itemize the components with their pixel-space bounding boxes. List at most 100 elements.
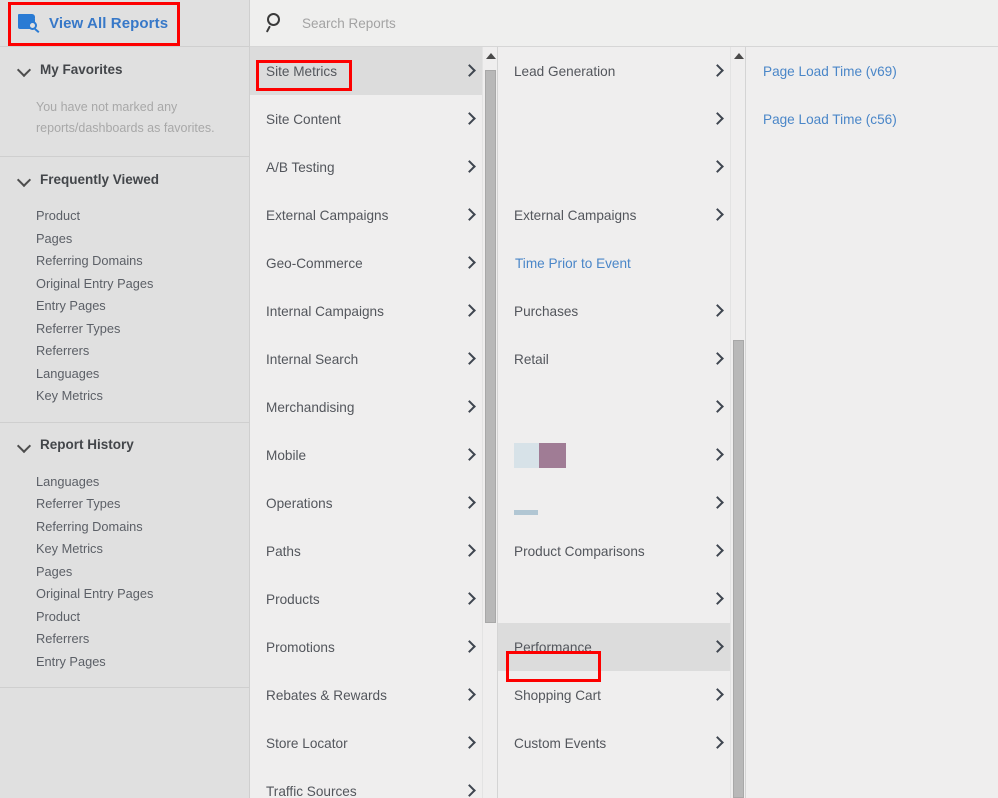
- category-paths[interactable]: Paths: [250, 527, 497, 575]
- category-traffic-sources[interactable]: Traffic Sources: [250, 767, 497, 798]
- chevron-right-icon: [465, 642, 475, 652]
- category-label: Store Locator: [266, 735, 348, 751]
- chevron-right-icon: [713, 546, 723, 556]
- subcategory-item-1[interactable]: [498, 95, 745, 143]
- scrollbar-column-2[interactable]: [482, 47, 497, 798]
- category-label: Promotions: [266, 639, 335, 655]
- category-label: Products: [266, 591, 320, 607]
- chevron-right-icon: [465, 114, 475, 124]
- chevron-right-icon: [465, 402, 475, 412]
- search-bar: [250, 0, 998, 47]
- report-history-item[interactable]: Referrers: [0, 628, 249, 651]
- category-label: Operations: [266, 495, 333, 511]
- report-label: Page Load Time (v69): [763, 63, 897, 79]
- category-products[interactable]: Products: [250, 575, 497, 623]
- chevron-right-icon: [713, 738, 723, 748]
- chevron-right-icon: [713, 306, 723, 316]
- category-operations[interactable]: Operations: [250, 479, 497, 527]
- category-site-content[interactable]: Site Content: [250, 95, 497, 143]
- category-promotions[interactable]: Promotions: [250, 623, 497, 671]
- subcategory-label: External Campaigns: [514, 207, 637, 223]
- frequently-viewed-item[interactable]: Product: [0, 205, 249, 228]
- category-store-locator[interactable]: Store Locator: [250, 719, 497, 767]
- category-a-b-testing[interactable]: A/B Testing: [250, 143, 497, 191]
- section-header-my-favorites[interactable]: My Favorites: [0, 47, 249, 91]
- report-history-item[interactable]: Product: [0, 606, 249, 629]
- subcategory-external-campaigns[interactable]: External Campaigns: [498, 191, 745, 239]
- subcategory-shopping-cart[interactable]: Shopping Cart: [498, 671, 745, 719]
- section-header-frequently-viewed[interactable]: Frequently Viewed: [0, 157, 249, 201]
- subcategory-performance[interactable]: Performance: [498, 623, 745, 671]
- category-mobile[interactable]: Mobile: [250, 431, 497, 479]
- chevron-right-icon: [465, 450, 475, 460]
- category-rebates-rewards[interactable]: Rebates & Rewards: [250, 671, 497, 719]
- subcategory-item-11[interactable]: [498, 575, 745, 623]
- chevron-right-icon: [465, 498, 475, 508]
- menu-column-subcategories-list: Lead Generation External Campaigns Time Pr…: [498, 47, 745, 798]
- chevron-right-icon: [713, 402, 723, 412]
- scroll-up-arrow-icon[interactable]: [734, 53, 744, 59]
- category-label: Traffic Sources: [266, 783, 357, 798]
- chevron-right-icon: [465, 258, 475, 268]
- category-label: Internal Search: [266, 351, 359, 367]
- subcategory-item-9[interactable]: [498, 479, 745, 527]
- scroll-up-arrow-icon[interactable]: [486, 53, 496, 59]
- category-label: Mobile: [266, 447, 307, 463]
- chevron-right-icon: [465, 738, 475, 748]
- subcategory-item-8[interactable]: [498, 431, 745, 479]
- unrendered-label-bar: [514, 509, 538, 515]
- scrollbar-thumb[interactable]: [485, 70, 496, 623]
- report-history-item[interactable]: Key Metrics: [0, 538, 249, 561]
- subcategory-item-7[interactable]: [498, 383, 745, 431]
- report-label: Page Load Time (c56): [763, 111, 897, 127]
- menu-column-subcategories: Lead Generation External Campaigns Time Pr…: [498, 47, 746, 798]
- scrollbar-thumb[interactable]: [733, 340, 744, 798]
- category-merchandising[interactable]: Merchandising: [250, 383, 497, 431]
- chevron-right-icon: [713, 162, 723, 172]
- report-history-item[interactable]: Entry Pages: [0, 651, 249, 674]
- report-page-load-time-c56[interactable]: Page Load Time (c56): [746, 95, 998, 143]
- chevron-right-icon: [713, 210, 723, 220]
- report-history-item[interactable]: Original Entry Pages: [0, 583, 249, 606]
- search-input[interactable]: [300, 14, 724, 32]
- chevron-right-icon: [713, 594, 723, 604]
- report-history-item[interactable]: Referring Domains: [0, 516, 249, 539]
- frequently-viewed-item[interactable]: Pages: [0, 228, 249, 251]
- category-site-metrics[interactable]: Site Metrics: [250, 47, 497, 95]
- subcategory-custom-events[interactable]: Custom Events: [498, 719, 745, 767]
- subcategory-item-2[interactable]: [498, 143, 745, 191]
- chevron-right-icon: [713, 66, 723, 76]
- category-external-campaigns[interactable]: External Campaigns: [250, 191, 497, 239]
- view-all-reports-button[interactable]: View All Reports: [0, 0, 249, 47]
- chevron-right-icon: [465, 66, 475, 76]
- chevron-right-icon: [465, 210, 475, 220]
- subcategory-lead-generation[interactable]: Lead Generation: [498, 47, 745, 95]
- unrendered-label-block: [539, 442, 566, 468]
- subcategory-purchases[interactable]: Purchases: [498, 287, 745, 335]
- report-history-item[interactable]: Languages: [0, 471, 249, 494]
- scrollbar-column-3[interactable]: [730, 47, 745, 798]
- frequently-viewed-item[interactable]: Languages: [0, 363, 249, 386]
- section-header-report-history[interactable]: Report History: [0, 423, 249, 467]
- frequently-viewed-item[interactable]: Referring Domains: [0, 250, 249, 273]
- category-internal-campaigns[interactable]: Internal Campaigns: [250, 287, 497, 335]
- category-label: Site Content: [266, 111, 341, 127]
- frequently-viewed-item[interactable]: Referrer Types: [0, 318, 249, 341]
- subcategory-retail[interactable]: Retail: [498, 335, 745, 383]
- report-history-item[interactable]: Pages: [0, 561, 249, 584]
- frequently-viewed-item[interactable]: Referrers: [0, 340, 249, 363]
- frequently-viewed-item[interactable]: Original Entry Pages: [0, 273, 249, 296]
- category-internal-search[interactable]: Internal Search: [250, 335, 497, 383]
- frequently-viewed-item[interactable]: Key Metrics: [0, 385, 249, 408]
- subcategory-label: Retail: [514, 351, 549, 367]
- report-page-load-time-v69[interactable]: Page Load Time (v69): [746, 47, 998, 95]
- subcategory-product-comparisons[interactable]: Product Comparisons: [498, 527, 745, 575]
- subcategory-time-prior-to-event[interactable]: Time Prior to Event: [498, 239, 745, 287]
- subcategory-label: Performance: [514, 639, 592, 655]
- report-history-item[interactable]: Referrer Types: [0, 493, 249, 516]
- chevron-right-icon: [465, 786, 475, 796]
- chevron-down-icon: [16, 437, 32, 453]
- chevron-right-icon: [465, 594, 475, 604]
- category-geo-commerce[interactable]: Geo-Commerce: [250, 239, 497, 287]
- frequently-viewed-item[interactable]: Entry Pages: [0, 295, 249, 318]
